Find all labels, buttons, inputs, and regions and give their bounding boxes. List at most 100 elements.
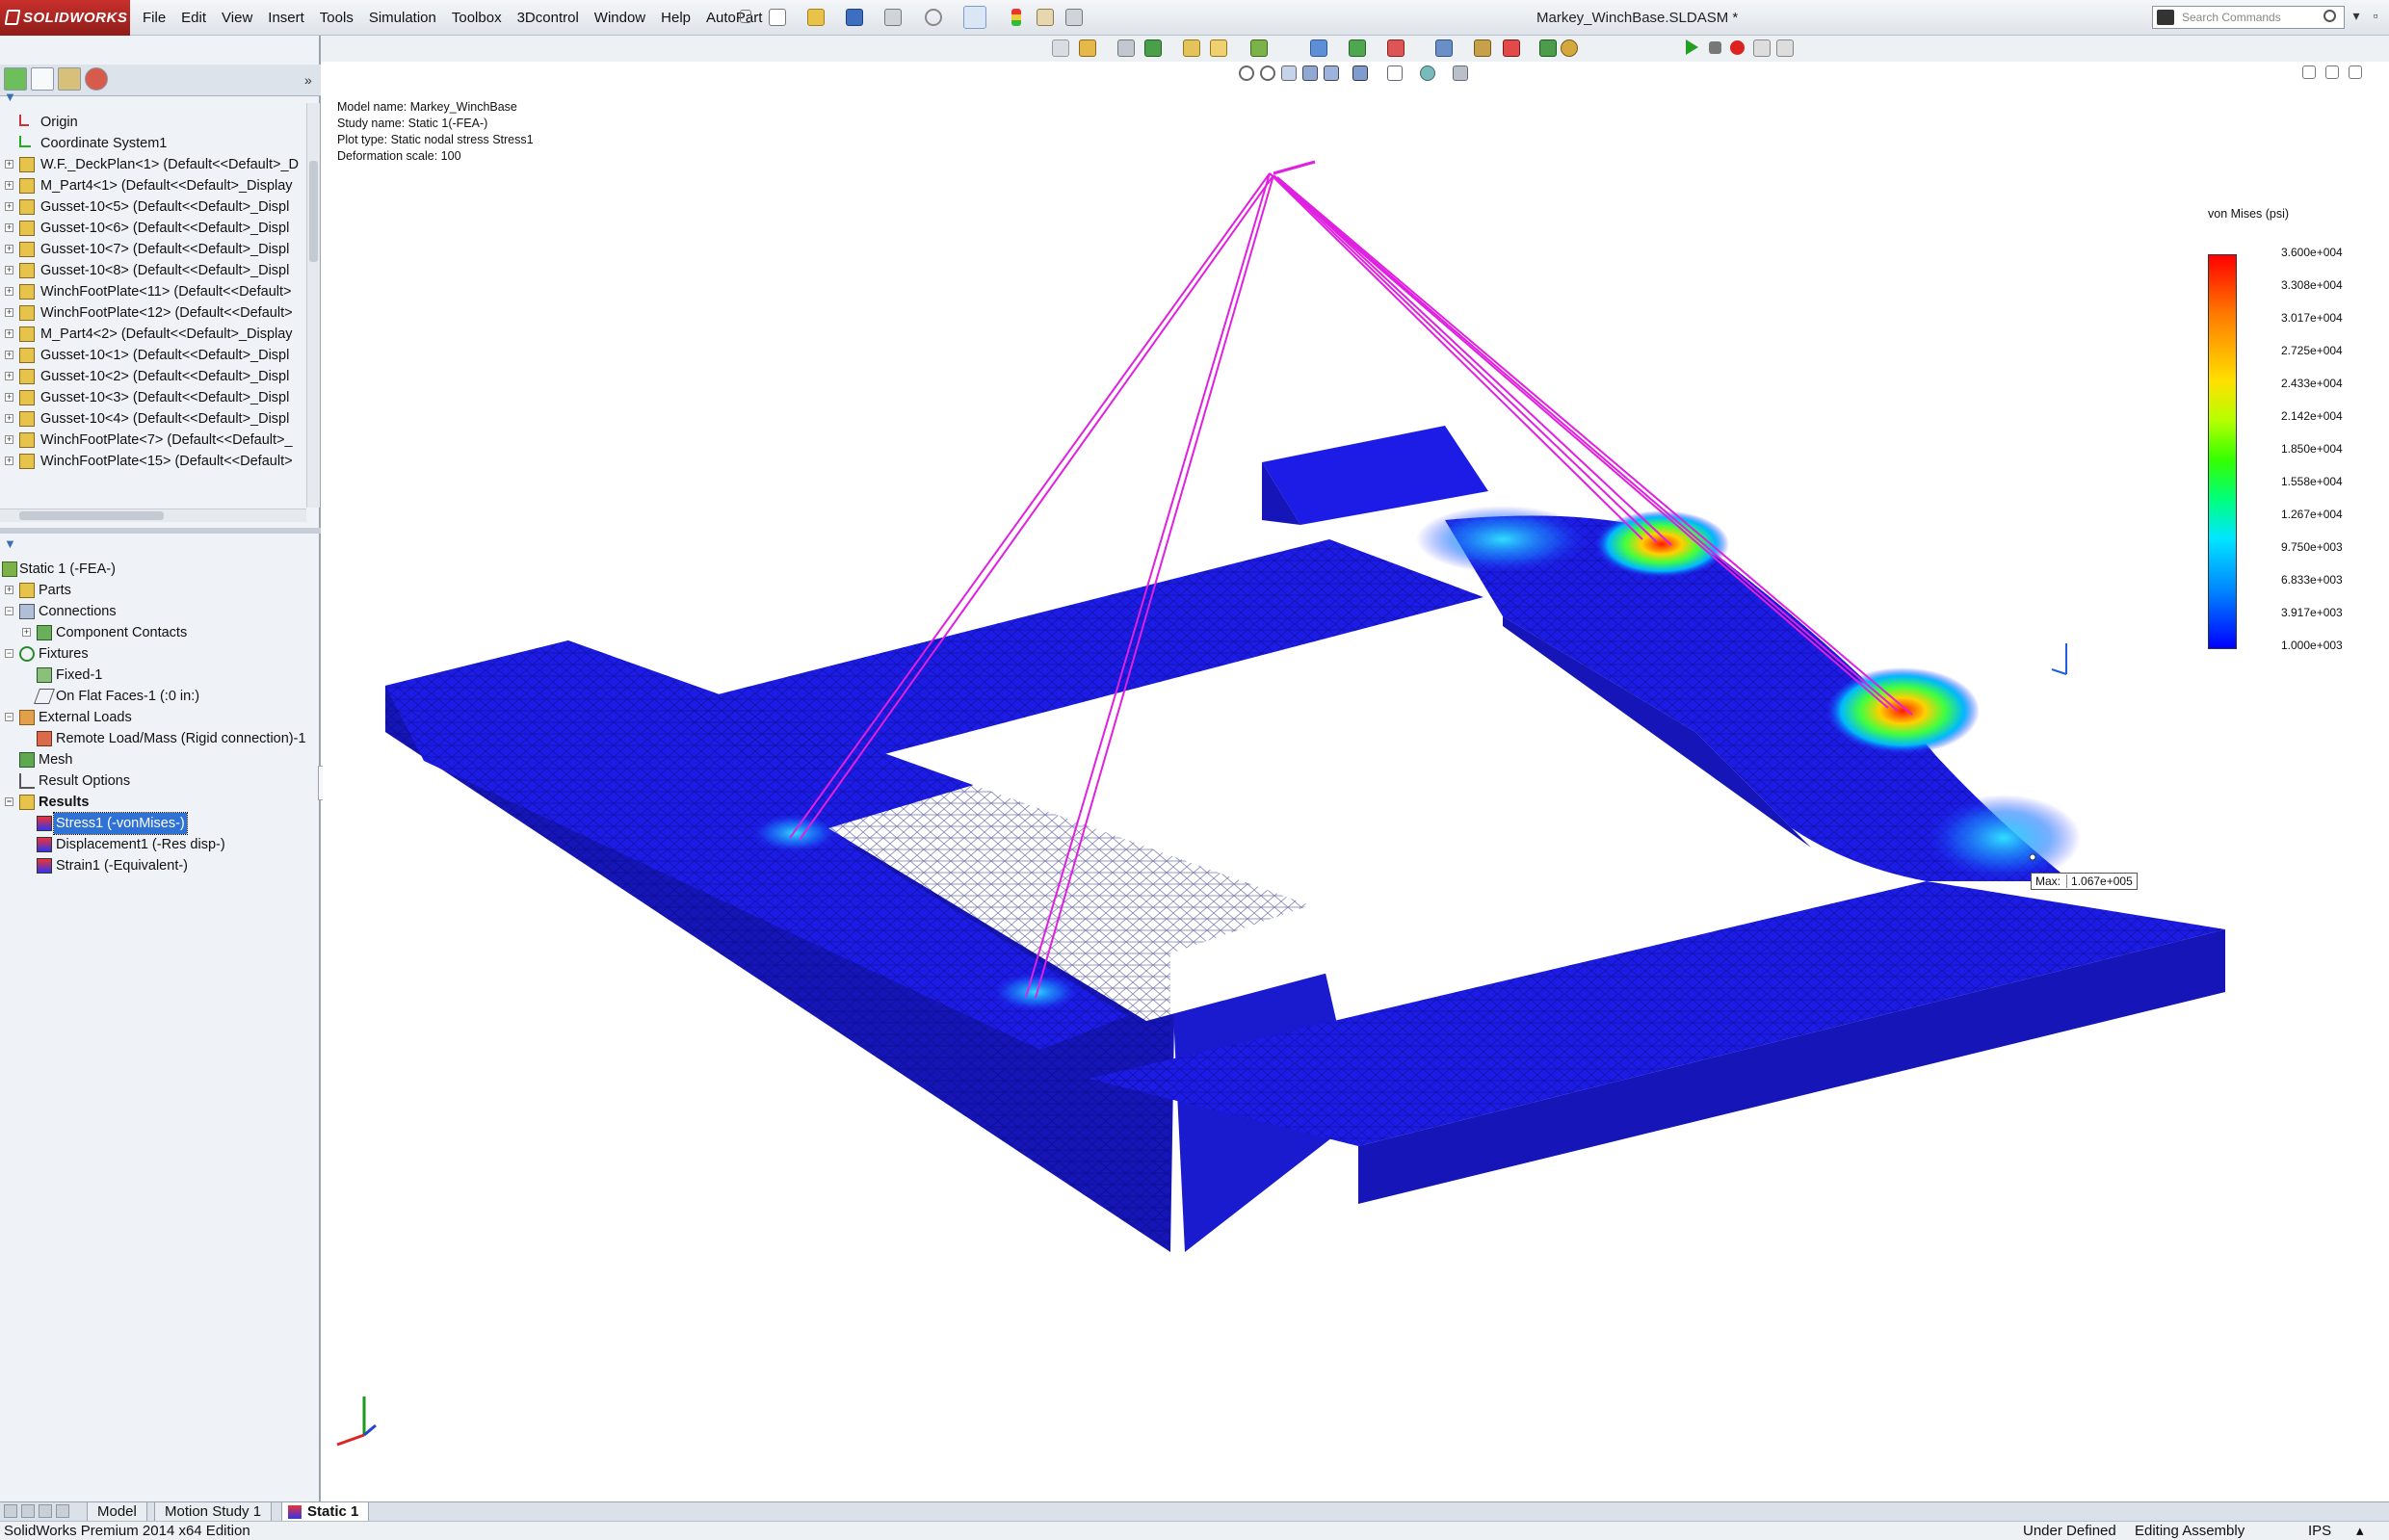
expand-icon[interactable]: + (5, 586, 13, 594)
viewport-close-icon[interactable] (2349, 65, 2362, 79)
tab-featuremanager[interactable] (4, 67, 27, 91)
display-style-icon[interactable] (1352, 65, 1368, 81)
search-commands-field[interactable]: Search Commands (2152, 6, 2345, 29)
next-tab-icon[interactable] (39, 1504, 52, 1518)
expand-icon[interactable]: + (5, 372, 13, 380)
tree-item-remote-load[interactable]: Remote Load/Mass (Rigid connection)-1 (0, 728, 318, 749)
tree-item-connections[interactable]: − Connections (0, 601, 318, 622)
run-icon[interactable] (1210, 39, 1227, 57)
max-probe-label[interactable]: Max: 1.067e+005 (2031, 873, 2138, 890)
apply-scene-icon[interactable] (1453, 65, 1468, 81)
expand-icon[interactable]: + (22, 628, 31, 637)
mesh-icon[interactable] (1183, 39, 1200, 57)
menu-view[interactable]: View (214, 0, 260, 36)
sensors-icon[interactable] (1561, 39, 1578, 57)
tree-item-part[interactable]: + Gusset-10<5> (Default<<Default>_Displ (0, 196, 306, 218)
viewport-restore-icon[interactable] (2325, 65, 2339, 79)
animate-icon[interactable] (1474, 39, 1491, 57)
tree-item-mesh[interactable]: Mesh (0, 749, 318, 770)
fea-stress-model[interactable] (323, 85, 2389, 1501)
expand-icon[interactable]: + (5, 435, 13, 444)
file-properties-icon[interactable] (1037, 9, 1054, 26)
menu-file[interactable]: File (135, 0, 173, 36)
tree-item-parts[interactable]: + Parts (0, 580, 318, 601)
first-tab-icon[interactable] (4, 1504, 17, 1518)
collapse-icon[interactable]: − (5, 649, 13, 658)
tab-displaymanager[interactable] (85, 67, 108, 91)
collapse-icon[interactable]: − (5, 797, 13, 806)
tree-item-fixed[interactable]: Fixed-1 (0, 665, 318, 686)
menu-3dcontrol[interactable]: 3Dcontrol (510, 0, 587, 36)
collapse-icon[interactable]: − (5, 607, 13, 615)
scrollbar-thumb[interactable] (19, 511, 164, 520)
tab-configurationmanager[interactable] (58, 67, 81, 91)
menu-window[interactable]: Window (587, 0, 653, 36)
stop-icon[interactable] (1709, 41, 1721, 54)
menu-simulation[interactable]: Simulation (361, 0, 444, 36)
tab-model[interactable]: Model (87, 1502, 147, 1522)
design-insight-icon[interactable] (1435, 39, 1453, 57)
study-icon[interactable] (1052, 39, 1069, 57)
tree-item-study[interactable]: Static 1 (-FEA-) (0, 559, 318, 580)
tree-item-external-loads[interactable]: − External Loads (0, 707, 318, 728)
scrollbar-thumb[interactable] (309, 161, 318, 262)
print-icon[interactable] (884, 9, 902, 26)
collapse-icon[interactable]: − (5, 713, 13, 721)
expand-icon[interactable]: + (5, 393, 13, 402)
tree-item-on-flat-faces[interactable]: On Flat Faces-1 (:0 in:) (0, 686, 318, 707)
tree-item-coordinate-system[interactable]: Coordinate System1 (0, 133, 306, 154)
expand-icon[interactable]: + (5, 457, 13, 465)
tree-item-part[interactable]: + M_Part4<1> (Default<<Default>_Display (0, 175, 306, 196)
tree-horizontal-scrollbar[interactable] (0, 509, 306, 522)
solidworks-logo[interactable]: SOLIDWORKS (0, 0, 130, 36)
edit-appearance-icon[interactable] (1420, 65, 1435, 81)
tree-item-part[interactable]: + W.F._DeckPlan<1> (Default<<Default>_D (0, 154, 306, 175)
hide-show-items-icon[interactable] (1387, 65, 1403, 81)
menu-help[interactable]: Help (653, 0, 698, 36)
expand-icon[interactable]: + (5, 202, 13, 211)
tree-item-part[interactable]: + M_Part4<2> (Default<<Default>_Display (0, 324, 306, 345)
viewport-tile-icon[interactable] (2302, 65, 2316, 79)
connections-icon[interactable] (1144, 39, 1162, 57)
previous-tab-icon[interactable] (21, 1504, 35, 1518)
export-icon[interactable] (1753, 39, 1771, 57)
expand-icon[interactable]: + (5, 266, 13, 274)
record-icon[interactable] (1730, 40, 1745, 55)
filter-icon[interactable]: ▼ (4, 536, 23, 552)
tree-item-stress-plot[interactable]: Stress1 (-vonMises-) (0, 812, 318, 835)
tree-item-part[interactable]: + Gusset-10<8> (Default<<Default>_Displ (0, 260, 306, 281)
edit-icon[interactable] (1776, 39, 1794, 57)
help-dropdown-icon[interactable]: ▾ (2349, 8, 2364, 23)
tree-item-results[interactable]: − Results (0, 792, 318, 813)
filter-icon[interactable]: ▼ (4, 90, 23, 105)
undo-icon[interactable] (925, 9, 942, 26)
new-document-icon[interactable] (769, 9, 786, 26)
pin-icon[interactable] (740, 10, 751, 23)
tree-item-part[interactable]: + Gusset-10<3> (Default<<Default>_Displ (0, 387, 306, 408)
tree-item-strain-plot[interactable]: Strain1 (-Equivalent-) (0, 855, 318, 876)
expand-icon[interactable]: + (5, 160, 13, 169)
view-orientation-icon[interactable] (1324, 65, 1339, 81)
select-arrow-icon[interactable] (963, 6, 986, 29)
fixture-icon[interactable] (1079, 39, 1096, 57)
tree-item-result-options[interactable]: Result Options (0, 770, 318, 792)
menu-autopart[interactable]: AutoPart (698, 0, 770, 36)
expand-icon[interactable]: + (5, 287, 13, 296)
menu-toolbox[interactable]: Toolbox (444, 0, 510, 36)
tree-item-part[interactable]: + WinchFootPlate<7> (Default<<Default>_ (0, 430, 306, 451)
plot-tools-icon[interactable] (1310, 39, 1327, 57)
panel-splitter[interactable] (0, 528, 321, 534)
stress-legend[interactable]: von Mises (psi) 3.600e+004 3.308e+004 3.… (2196, 205, 2350, 658)
section-view-icon[interactable] (1302, 65, 1318, 81)
tree-item-origin[interactable]: Origin (0, 112, 306, 133)
expand-icon[interactable]: + (5, 329, 13, 338)
tree-item-part[interactable]: + Gusset-10<6> (Default<<Default>_Displ (0, 218, 306, 239)
expand-icon[interactable]: + (5, 351, 13, 359)
tree-item-part[interactable]: + WinchFootPlate<15> (Default<<Default> (0, 451, 306, 472)
compare-icon[interactable] (1387, 39, 1405, 57)
report-icon[interactable] (1349, 39, 1366, 57)
tree-item-part[interactable]: + Gusset-10<7> (Default<<Default>_Displ (0, 239, 306, 260)
previous-view-icon[interactable] (1281, 65, 1297, 81)
unit-system[interactable]: IPS (2308, 1522, 2331, 1540)
probe-icon[interactable] (1539, 39, 1557, 57)
